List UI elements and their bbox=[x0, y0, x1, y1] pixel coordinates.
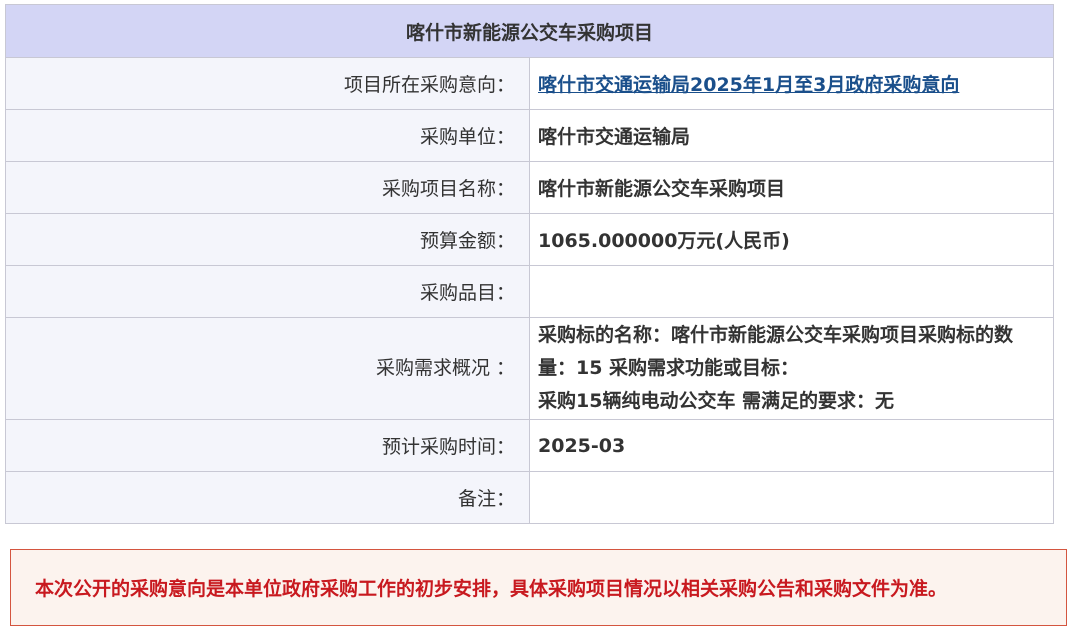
table-title-row: 喀什市新能源公交车采购项目 bbox=[5, 4, 1054, 58]
procurement-intention-link[interactable]: 喀什市交通运输局2025年1月至3月政府采购意向 bbox=[538, 74, 959, 96]
disclaimer-notice: 本次公开的采购意向是本单位政府采购工作的初步安排，具体采购项目情况以相关采购公告… bbox=[10, 549, 1067, 626]
label-budget: 预算金额： bbox=[5, 213, 530, 266]
table-row: 采购项目名称： 喀什市新能源公交车采购项目 bbox=[5, 161, 1054, 214]
value-project-name: 喀什市新能源公交车采购项目 bbox=[529, 161, 1054, 214]
value-budget: 1065.000000万元(人民币) bbox=[529, 213, 1054, 266]
label-procurement-intention: 项目所在采购意向： bbox=[5, 57, 530, 110]
table-row: 预计采购时间： 2025-03 bbox=[5, 419, 1054, 472]
procurement-detail-table: 喀什市新能源公交车采购项目 项目所在采购意向： 喀什市交通运输局2025年1月至… bbox=[5, 4, 1054, 524]
value-remarks bbox=[529, 471, 1054, 524]
table-row: 采购需求概况 ： 采购标的名称：喀什市新能源公交车采购项目采购标的数量：15 采… bbox=[5, 317, 1054, 420]
value-purchasing-unit: 喀什市交通运输局 bbox=[529, 109, 1054, 162]
table-row: 备注： bbox=[5, 471, 1054, 524]
requirement-line-2: 采购15辆纯电动公交车 需满足的要求：无 bbox=[538, 390, 895, 412]
table-title: 喀什市新能源公交车采购项目 bbox=[5, 4, 1054, 58]
value-procurement-intention: 喀什市交通运输局2025年1月至3月政府采购意向 bbox=[529, 57, 1054, 110]
value-expected-time: 2025-03 bbox=[529, 419, 1054, 472]
table-row: 采购单位： 喀什市交通运输局 bbox=[5, 109, 1054, 162]
table-row: 项目所在采购意向： 喀什市交通运输局2025年1月至3月政府采购意向 bbox=[5, 57, 1054, 110]
label-project-name: 采购项目名称： bbox=[5, 161, 530, 214]
table-row: 采购品目： bbox=[5, 265, 1054, 318]
label-remarks: 备注： bbox=[5, 471, 530, 524]
label-procurement-category: 采购品目： bbox=[5, 265, 530, 318]
label-purchasing-unit: 采购单位： bbox=[5, 109, 530, 162]
label-requirement-overview: 采购需求概况 ： bbox=[5, 317, 530, 420]
value-requirement-overview: 采购标的名称：喀什市新能源公交车采购项目采购标的数量：15 采购需求功能或目标：… bbox=[529, 317, 1054, 420]
value-procurement-category bbox=[529, 265, 1054, 318]
requirement-line-1: 采购标的名称：喀什市新能源公交车采购项目采购标的数量：15 采购需求功能或目标： bbox=[538, 324, 1014, 379]
disclaimer-text: 本次公开的采购意向是本单位政府采购工作的初步安排，具体采购项目情况以相关采购公告… bbox=[35, 578, 948, 600]
label-expected-time: 预计采购时间： bbox=[5, 419, 530, 472]
table-row: 预算金额： 1065.000000万元(人民币) bbox=[5, 213, 1054, 266]
